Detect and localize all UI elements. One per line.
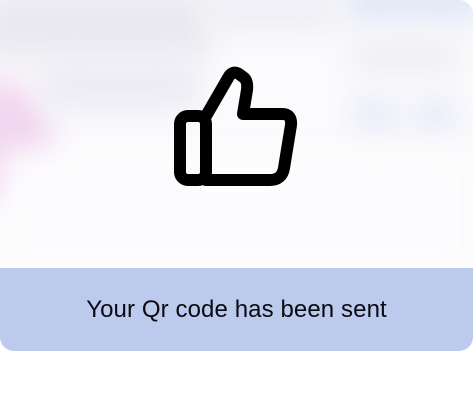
thumbs-up-icon — [170, 64, 304, 194]
confirmation-card: Your Qr code has been sent — [0, 0, 473, 351]
message-banner: Your Qr code has been sent — [0, 268, 473, 351]
confirmation-message: Your Qr code has been sent — [86, 296, 387, 323]
